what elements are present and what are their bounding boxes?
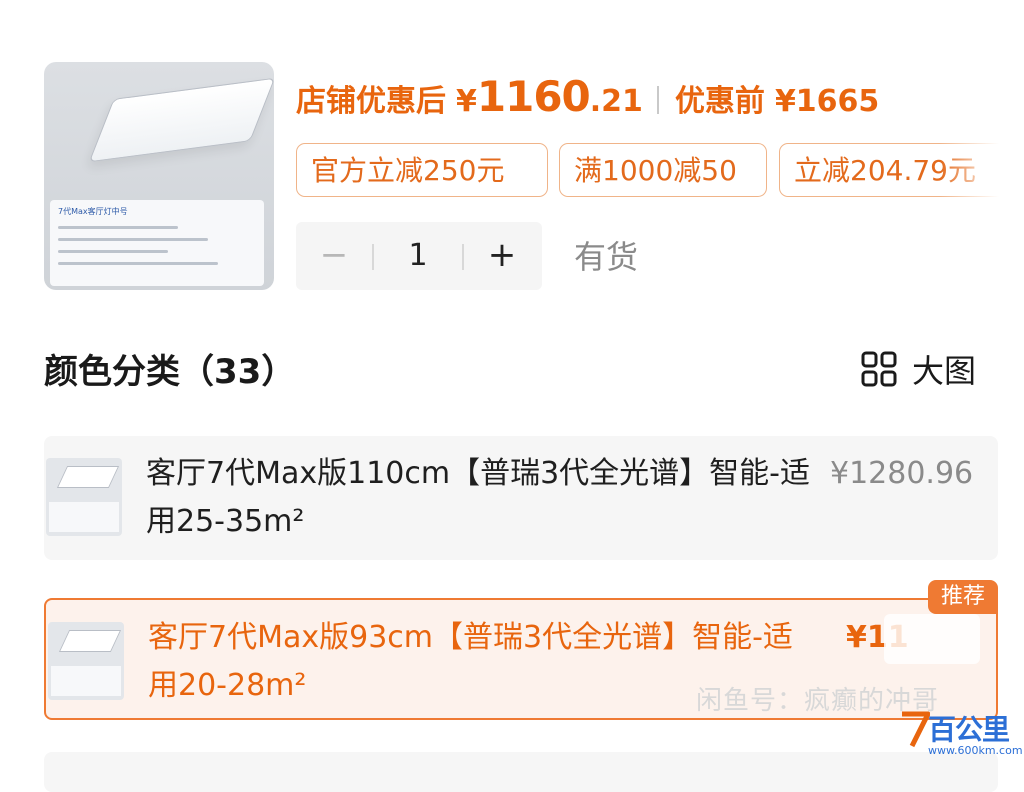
product-spec-card: [51, 666, 121, 696]
original-price: ¥1665: [774, 84, 880, 119]
stepper-divider: [372, 244, 374, 270]
watermark-logo: 百公里 www.600km.com: [900, 708, 1024, 763]
product-image-label: 7代Max客厅灯中号: [58, 207, 128, 216]
color-category-title: 颜色分类（33）: [44, 352, 296, 392]
original-price-label: 优惠前: [674, 84, 765, 119]
decrease-quantity-button[interactable]: −: [296, 222, 372, 290]
price-currency: ¥: [456, 84, 477, 119]
spec-line: [58, 250, 168, 253]
product-spec-card: 7代Max客厅灯中号: [50, 200, 264, 286]
price-line: 店铺优惠后 ¥ 1160 .21 优惠前 ¥1665: [296, 72, 879, 128]
price-divider: [656, 86, 659, 114]
coupon-chip-threshold[interactable]: 满1000减50: [559, 143, 767, 197]
discounted-price-label: 店铺优惠后: [296, 84, 446, 119]
quantity-value[interactable]: 1: [376, 222, 460, 290]
spec-line: [58, 262, 218, 265]
variant-option[interactable]: [44, 752, 998, 792]
spec-line: [58, 238, 208, 241]
price-decimal: .21: [589, 84, 643, 119]
variant-thumbnail: [46, 458, 122, 536]
spec-line: [58, 226, 178, 229]
chips-fade-overlay: [940, 140, 1024, 200]
variant-price: ¥1280.96: [830, 456, 974, 491]
big-view-toggle[interactable]: 大图: [912, 346, 976, 392]
price-integer: 1160: [476, 72, 591, 121]
zoom-preview-button[interactable]: [884, 614, 980, 664]
logo-name: 百公里: [928, 713, 1010, 746]
quantity-stepper: − 1 +: [296, 222, 542, 290]
variant-name: 客厅7代Max版110cm【普瑞3代全光谱】智能-适用25-35m²: [146, 456, 810, 539]
ceiling-lamp-illustration: [58, 630, 122, 652]
coupon-chip-official[interactable]: 官方立减250元: [296, 143, 548, 197]
ceiling-lamp-illustration: [88, 77, 274, 163]
grid-icon[interactable]: [860, 350, 898, 388]
variant-option[interactable]: 客厅7代Max版110cm【普瑞3代全光谱】智能-适用25-35m² ¥1280…: [44, 436, 998, 560]
stock-status: 有货: [574, 238, 639, 276]
logo-mark-icon: [902, 711, 930, 748]
product-image[interactable]: 7代Max客厅灯中号: [44, 62, 274, 290]
logo-url: www.600km.com: [928, 744, 1023, 757]
product-spec-card: [49, 502, 119, 532]
increase-quantity-button[interactable]: +: [464, 222, 540, 290]
ceiling-lamp-illustration: [56, 466, 120, 488]
variant-thumbnail: [48, 622, 124, 700]
recommended-badge: 推荐: [928, 580, 998, 614]
